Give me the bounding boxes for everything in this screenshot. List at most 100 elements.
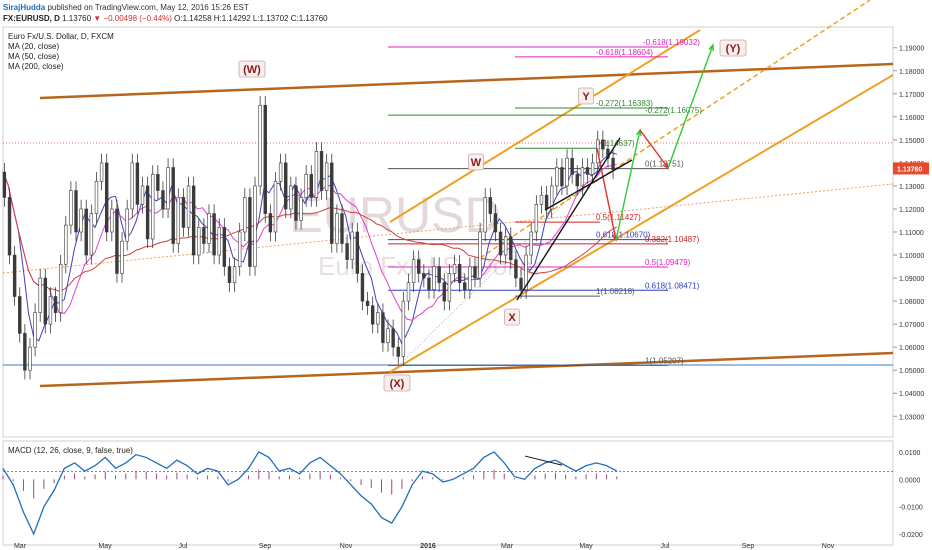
candle-body [330, 162, 334, 244]
candle-body [473, 266, 477, 279]
x-tick-label: 2016 [420, 543, 436, 550]
y-tick-label: 1.16000 [899, 115, 924, 122]
y-tick-label: 1.11000 [899, 230, 924, 237]
candle-body [273, 181, 278, 233]
candle-body [570, 157, 574, 175]
candle-body [350, 231, 354, 260]
candle-body [243, 197, 247, 233]
macd-y-tick-label: -0.0100 [899, 505, 923, 512]
candle-body [555, 167, 559, 187]
candle-body [207, 213, 211, 244]
fib-label: 0.382(1.10487) [645, 235, 700, 244]
candle-body [130, 162, 134, 210]
candle-body [74, 190, 78, 233]
candle-body [69, 190, 73, 226]
candle-body [483, 197, 487, 233]
candle-body [125, 208, 129, 242]
last-price-tag-text: 1.13760 [897, 166, 922, 173]
candle-body [314, 151, 319, 198]
y-tick-label: 1.07000 [899, 322, 924, 329]
candle-body [12, 254, 17, 297]
candle-body [457, 263, 462, 283]
y-tick-label: 1.18000 [899, 69, 924, 76]
fib-label: -0.618(1.19032) [643, 38, 700, 47]
candle-body [335, 213, 339, 244]
candle-body [278, 162, 283, 182]
candle-body [58, 263, 63, 313]
candle-body [565, 157, 569, 187]
candle-body [304, 174, 308, 198]
candle-body [161, 190, 165, 210]
macd-line [2, 451, 618, 536]
candle-body [135, 162, 140, 205]
x-tick-label: Nov [822, 543, 835, 550]
y-tick-label: 1.05000 [899, 368, 924, 375]
x-tick-label: Mar [14, 543, 27, 550]
candle-body [79, 208, 83, 233]
candle-body [417, 259, 421, 274]
candle-body [53, 296, 58, 313]
x-tick-label: Sep [259, 543, 272, 550]
candle-body [263, 105, 267, 214]
macd-y-tick-label: 0.0100 [899, 450, 921, 457]
candle-body [488, 197, 493, 214]
wave-label: Y [582, 91, 590, 103]
candle-body [212, 213, 216, 256]
candle-body [514, 259, 518, 279]
x-tick-label: Nov [340, 543, 353, 550]
macd-pane-frame [2, 440, 894, 546]
y-tick-label: 1.13000 [899, 184, 924, 191]
candle-body [253, 185, 257, 267]
price-chart[interactable]: EURUSDEuro Fx/U.S. Dollar -0.618(1.19032… [0, 0, 932, 550]
candle-body [140, 185, 145, 205]
candle-body [560, 167, 564, 187]
y-tick-label: 1.08000 [899, 299, 924, 306]
candle-body [33, 312, 37, 348]
y-tick-label: 1.04000 [899, 391, 924, 398]
candle-body [258, 105, 262, 187]
fib-label: 0.618(1.08471) [645, 281, 700, 290]
candle-body [176, 197, 181, 244]
candle-body [601, 139, 605, 150]
candle-body [171, 167, 175, 244]
candle-body [319, 151, 324, 191]
candle-body [396, 346, 400, 357]
candle-body [590, 162, 595, 175]
candle-body [84, 208, 88, 256]
candle-body [151, 174, 155, 240]
candle-body [437, 266, 441, 283]
y-tick-label: 1.09000 [899, 276, 924, 283]
candle-body [237, 231, 242, 267]
candle-body [2, 171, 7, 198]
candle-body [386, 328, 390, 343]
candle-body [345, 243, 349, 260]
y-tick-label: 1.19000 [899, 46, 924, 53]
candle-body [355, 231, 360, 274]
wave-label: W [471, 157, 482, 169]
fib-label: 1(1.08218) [596, 287, 635, 296]
candle-body [23, 333, 27, 371]
wave-label: (Y) [726, 43, 741, 55]
candle-body [478, 231, 482, 279]
candle-body [585, 167, 590, 175]
y-tick-label: 1.15000 [899, 138, 924, 145]
candle-body [309, 174, 313, 198]
candle-body [64, 224, 68, 265]
candle-body [519, 277, 523, 290]
candle-body [197, 227, 201, 256]
x-tick-label: Jul [661, 543, 670, 550]
outer-channel-lower [39, 351, 894, 388]
outer-channel-upper [39, 62, 894, 100]
candle-body [432, 266, 436, 290]
fib-label: -0.618(1.18604) [596, 48, 653, 57]
x-tick-label: May [98, 543, 112, 550]
candle-body [145, 185, 150, 240]
candle-body [427, 277, 431, 290]
x-tick-label: Jul [179, 543, 188, 550]
x-tick-label: Sep [742, 543, 755, 550]
candle-body [401, 300, 406, 357]
candle-body [370, 305, 375, 325]
candle-body [156, 174, 160, 191]
x-tick-label: May [579, 543, 593, 550]
candle-body [181, 197, 186, 228]
